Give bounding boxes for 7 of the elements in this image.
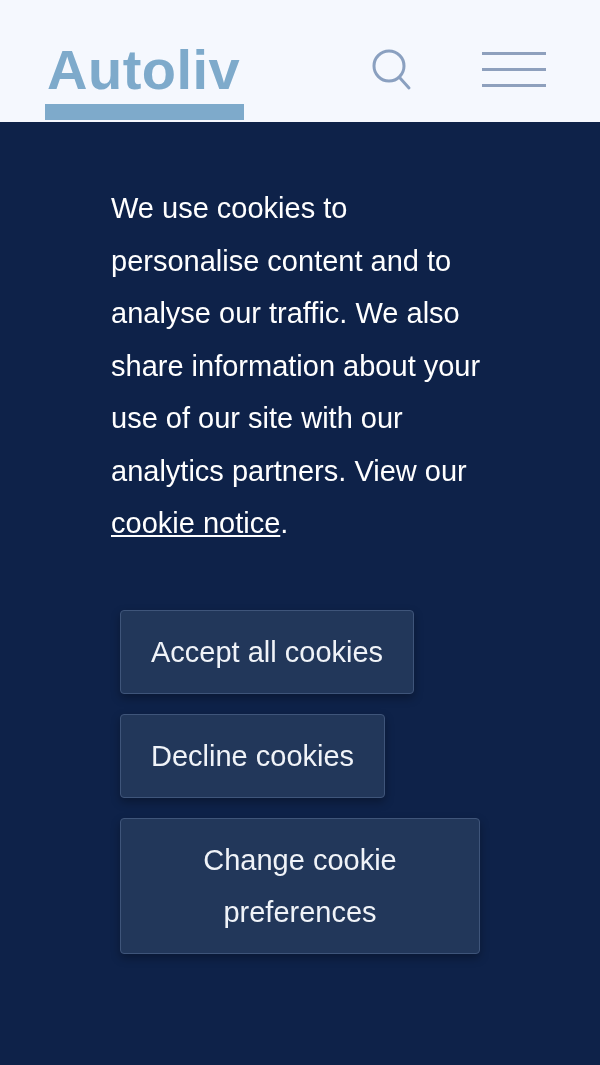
menu-icon[interactable]	[482, 52, 546, 88]
search-icon[interactable]	[372, 49, 412, 91]
cookie-notice-link[interactable]: cookie notice	[111, 507, 281, 539]
cookie-button[interactable]: Decline cookies	[120, 713, 386, 798]
cookie-button[interactable]: Change cookie preferences	[120, 817, 480, 954]
cookie-button[interactable]: Accept all cookies	[120, 609, 415, 694]
cookie-message: We use cookies to personalise content and to analyse our traffic. We also share information about your use of our site with our analytics partners. View our cookie notice.	[111, 191, 482, 541]
